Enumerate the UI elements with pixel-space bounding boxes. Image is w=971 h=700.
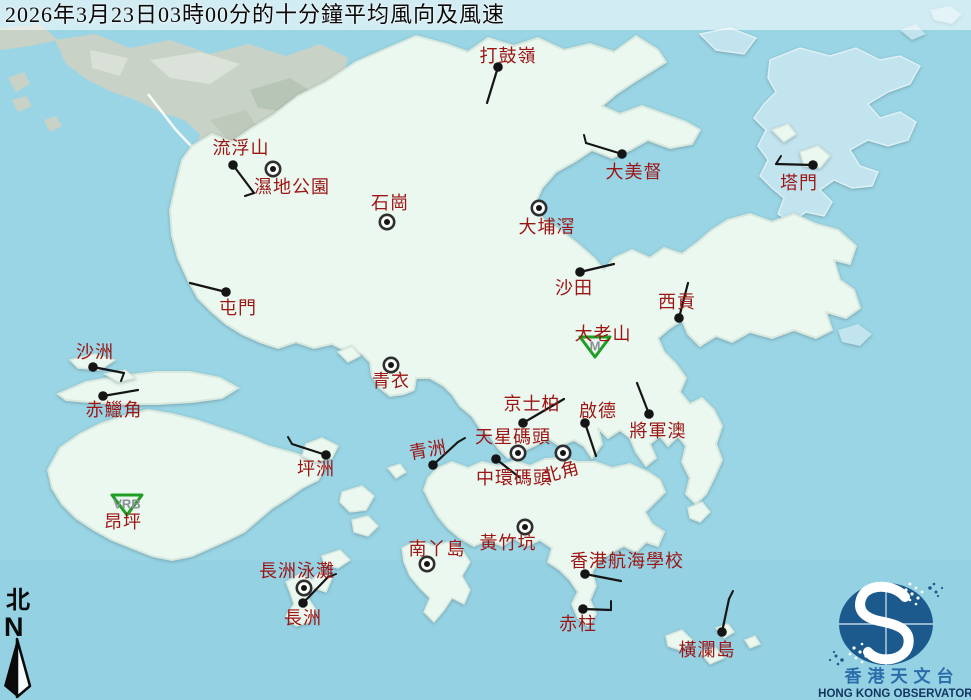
map-title: 2026年3月23日03時00分的十分鐘平均風向及風速 [5,2,505,28]
sea-shade-south [0,560,971,700]
station-dot [575,267,585,277]
hko-logo-english: HONG KONG OBSERVATORY [818,688,971,700]
station-dot [384,219,390,225]
station-label-waglan-island: 橫瀾島 [679,640,736,660]
wind-shaft [776,164,813,165]
station-label-stanley: 赤柱 [559,614,597,634]
station-dot [674,313,684,323]
station-label-lamma-island: 南丫島 [409,539,466,559]
station-label-shek-kong: 石崗 [371,193,409,213]
station-dot [428,460,438,470]
station-label-lau-fau-shan: 流浮山 [213,138,270,158]
station-label-sai-kung: 西貢 [658,292,696,312]
station-tai-po-kau[interactable] [532,201,546,215]
station-label-kai-tak: 啟德 [579,401,617,421]
station-label-ta-kwu-ling: 打鼓嶺 [480,46,537,66]
station-dot [301,585,307,591]
station-label-sha-tin: 沙田 [555,278,593,298]
station-label-tsing-yi: 青衣 [372,371,410,391]
station-label-peng-chau: 坪洲 [297,459,335,479]
station-label-tseung-kwan-o: 將軍澳 [630,421,687,441]
station-star-ferry-pier[interactable] [511,446,525,460]
compass-north-chinese: 北 [6,587,30,614]
station-north-point[interactable] [556,446,570,460]
station-dot [578,604,588,614]
station-shek-kong[interactable] [380,215,394,229]
compass-north-letter: N [4,612,24,642]
station-label-ngong-ping: 昂坪 [104,512,142,532]
hko-wind-map-screen: MVRB 打鼓嶺流浮山濕地公園大美督塔門石崗大埔滘沙田屯門西貢大老山青衣沙洲赤鱲… [0,0,971,700]
station-label-hk-sea-school: 香港航海學校 [570,551,684,571]
station-dot [221,287,231,297]
station-label-wong-chuk-hang: 黃竹坑 [480,533,537,553]
station-dot [717,627,727,637]
station-label-tai-mei-tuk: 大美督 [606,162,663,182]
station-label-sha-chau: 沙洲 [76,342,114,362]
station-label-tai-po-kau: 大埔滘 [519,217,576,237]
station-dot [424,561,430,567]
hko-logo-chinese: 香港天文台 [845,666,960,686]
station-dot [388,362,394,368]
station-dot [644,409,654,419]
station-dot [536,205,542,211]
station-dot [491,454,501,464]
station-label-chek-lap-kok: 赤鱲角 [86,400,143,420]
station-dot [515,450,521,456]
station-dot [298,598,308,608]
station-label-cheung-chau: 長洲 [284,608,322,628]
station-label-kings-park: 京士柏 [504,394,561,414]
station-dot [270,166,276,172]
station-dot [228,160,238,170]
station-label-tuen-mun: 屯門 [219,298,257,318]
station-dot [617,149,627,159]
station-dot [88,362,98,372]
station-wetland-park[interactable] [266,162,280,176]
station-cheung-chau-beach[interactable] [297,581,311,595]
station-label-tap-mun: 塔門 [780,173,818,193]
station-label-cheung-chau-beach: 長洲泳灘 [259,561,335,581]
hk-wind-map: MVRB 打鼓嶺流浮山濕地公園大美督塔門石崗大埔滘沙田屯門西貢大老山青衣沙洲赤鱲… [0,0,971,700]
station-label-tates-cairn: 大老山 [575,324,632,344]
station-dot [522,524,528,530]
station-mark-text: VRB [113,497,140,512]
station-label-star-ferry-pier: 天星碼頭 [475,427,551,447]
station-dot [808,160,818,170]
station-dot [560,450,566,456]
station-label-wetland-park: 濕地公園 [254,177,330,197]
